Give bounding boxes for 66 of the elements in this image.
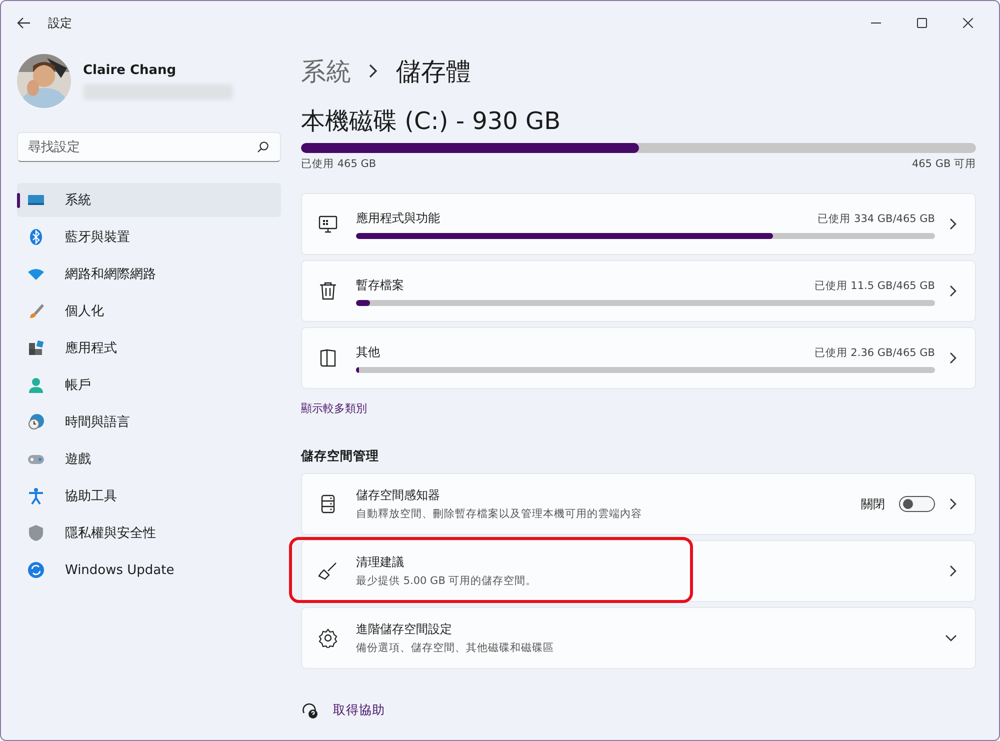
toggle-switch[interactable]	[899, 496, 935, 512]
bluetooth-icon	[27, 228, 45, 246]
apps-icon	[27, 339, 45, 357]
nav-item[interactable]: 隱私權與安全性	[17, 516, 281, 550]
setting-description: 備份選項、儲存空間、其他磁碟和磁碟區	[356, 641, 555, 655]
category-usage: 已使用 2.36 GB/465 GB	[814, 346, 935, 360]
category-card[interactable]: 應用程式與功能 已使用 334 GB/465 GB	[301, 193, 976, 255]
person-icon	[27, 376, 45, 394]
section-heading: 儲存空間管理	[301, 448, 380, 465]
setting-card[interactable]: 進階儲存空間設定 備份選項、儲存空間、其他磁碟和磁碟區	[301, 607, 976, 669]
setting-description: 最少提供 5.00 GB 可用的儲存空間。	[356, 574, 538, 588]
trash-icon	[318, 281, 338, 301]
broom-icon	[318, 561, 338, 581]
sync-icon	[27, 561, 45, 579]
monitor-icon	[318, 214, 338, 234]
close-icon[interactable]	[963, 18, 973, 28]
category-usage: 已使用 11.5 GB/465 GB	[814, 278, 935, 292]
page-title: 儲存體	[396, 56, 471, 88]
category-name: 其他	[356, 344, 380, 360]
nav-item[interactable]: 協助工具	[17, 479, 281, 513]
help-icon	[301, 701, 319, 719]
toggle-state-label: 關閉	[861, 496, 885, 512]
nav-item[interactable]: 應用程式	[17, 331, 281, 365]
clock-globe-icon	[27, 413, 45, 431]
document-icon	[318, 348, 338, 368]
brush-icon	[27, 302, 45, 320]
more-categories-link[interactable]: 顯示較多類別	[301, 401, 976, 416]
free-label: 465 GB 可用	[912, 157, 976, 171]
gear-icon	[318, 628, 338, 648]
user-name: Claire Chang	[83, 62, 178, 78]
setting-title: 清理建議	[356, 554, 405, 571]
accessibility-icon	[27, 487, 45, 505]
category-card[interactable]: 其他 已使用 2.36 GB/465 GB	[301, 327, 976, 389]
chevron-down-icon[interactable]	[945, 634, 957, 642]
nav-item[interactable]: 藍牙與裝置	[17, 220, 281, 254]
chevron-right-icon	[949, 218, 957, 230]
nav-item[interactable]: Windows Update	[17, 553, 281, 587]
chevron-right-icon	[949, 285, 957, 297]
get-help-link[interactable]: 取得協助	[333, 702, 385, 718]
setting-title: 儲存空間感知器	[356, 487, 441, 504]
search-icon[interactable]	[257, 141, 269, 153]
drive-title: 本機磁碟 (C:) - 930 GB	[301, 106, 562, 137]
category-card[interactable]: 暫存檔案 已使用 11.5 GB/465 GB	[301, 260, 976, 322]
category-usage: 已使用 334 GB/465 GB	[818, 212, 935, 226]
chevron-right-icon	[949, 498, 957, 510]
category-name: 應用程式與功能	[356, 210, 440, 226]
maximize-icon[interactable]	[917, 18, 927, 28]
nav-item[interactable]: 帳戶	[17, 368, 281, 402]
nav-item[interactable]: 個人化	[17, 294, 281, 328]
nav-item[interactable]: 網路和網際網路	[17, 257, 281, 291]
breadcrumb-parent[interactable]: 系統	[301, 54, 351, 88]
setting-title: 進階儲存空間設定	[356, 621, 453, 638]
back-icon[interactable]	[17, 17, 31, 29]
nav-item[interactable]: 時間與語言	[17, 405, 281, 439]
category-name: 暫存檔案	[356, 276, 404, 294]
nav-item[interactable]: 遊戲	[17, 442, 281, 476]
search-field[interactable]: 尋找設定	[17, 132, 281, 162]
chevron-right-icon	[369, 64, 378, 78]
chevron-right-icon	[949, 352, 957, 364]
setting-description: 自動釋放空間、刪除暫存檔案以及管理本機可用的雲端內容	[356, 507, 643, 521]
window-title: 設定	[48, 14, 72, 32]
nav-item[interactable]: 系統	[17, 183, 281, 217]
shield-icon	[27, 524, 45, 542]
chevron-right-icon	[949, 565, 957, 577]
setting-card[interactable]: 儲存空間感知器 自動釋放空間、刪除暫存檔案以及管理本機可用的雲端內容 關閉	[301, 473, 976, 535]
used-label: 已使用 465 GB	[301, 157, 376, 171]
